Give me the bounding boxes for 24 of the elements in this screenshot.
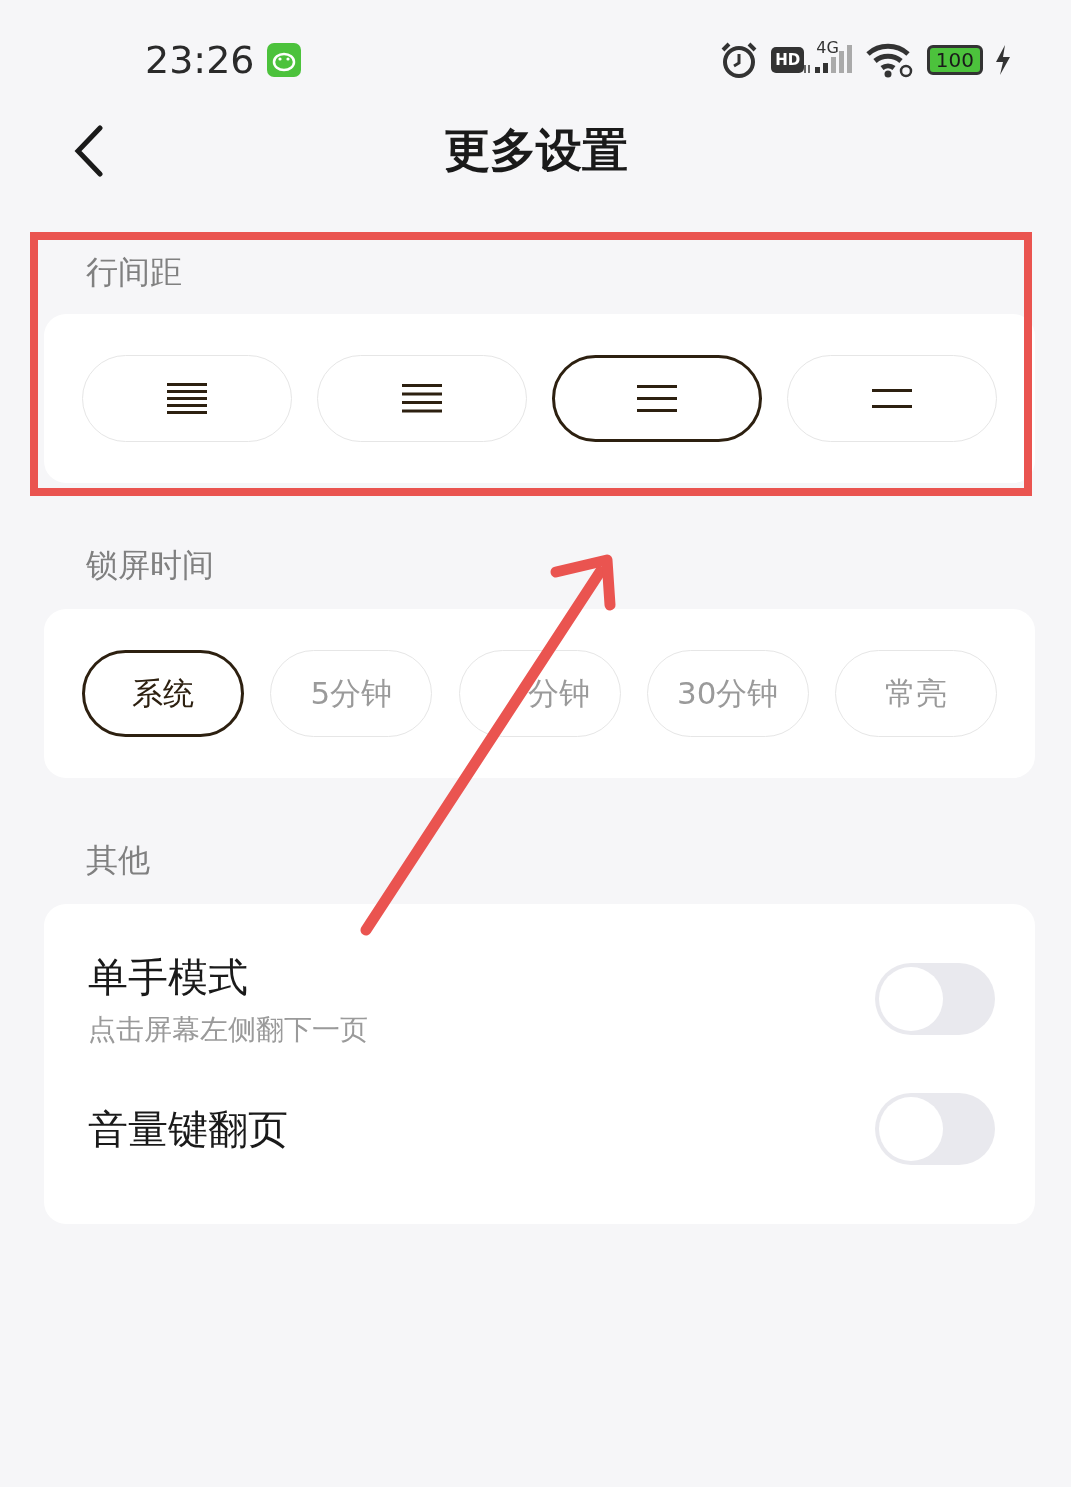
lock-time-option[interactable]: 5分钟 bbox=[270, 650, 433, 737]
line-spacing-icon bbox=[637, 384, 677, 413]
network-label: 4G bbox=[816, 37, 839, 57]
battery-indicator: 100 bbox=[926, 45, 983, 75]
section-label: 行间距 bbox=[85, 252, 183, 292]
section-label: 锁屏时间 bbox=[85, 545, 215, 585]
lock-time-option[interactable]: 分钟 bbox=[458, 650, 621, 737]
wifi-icon bbox=[864, 42, 915, 78]
page-title: 更多设置 bbox=[443, 122, 628, 179]
app-notification-icon bbox=[266, 43, 301, 77]
line-spacing-icon bbox=[167, 382, 207, 415]
back-icon[interactable] bbox=[72, 125, 106, 177]
lock-time-option[interactable]: 常亮 bbox=[835, 650, 997, 737]
hd-badge: HD bbox=[771, 47, 805, 73]
charging-icon bbox=[995, 45, 1011, 75]
lock-time-option[interactable]: 30分钟 bbox=[646, 650, 809, 737]
setting-title: 音量键翻页 bbox=[88, 1104, 288, 1154]
status-time: 23:26 bbox=[145, 38, 255, 82]
setting-title: 单手模式 bbox=[88, 952, 249, 1002]
setting-description: 点击屏幕左侧翻下一页 bbox=[88, 1011, 368, 1048]
lock-time-option[interactable]: 系统 bbox=[82, 650, 244, 737]
line-spacing-icon bbox=[402, 383, 442, 414]
section-label: 其他 bbox=[85, 840, 151, 880]
line-spacing-icon bbox=[872, 388, 912, 409]
